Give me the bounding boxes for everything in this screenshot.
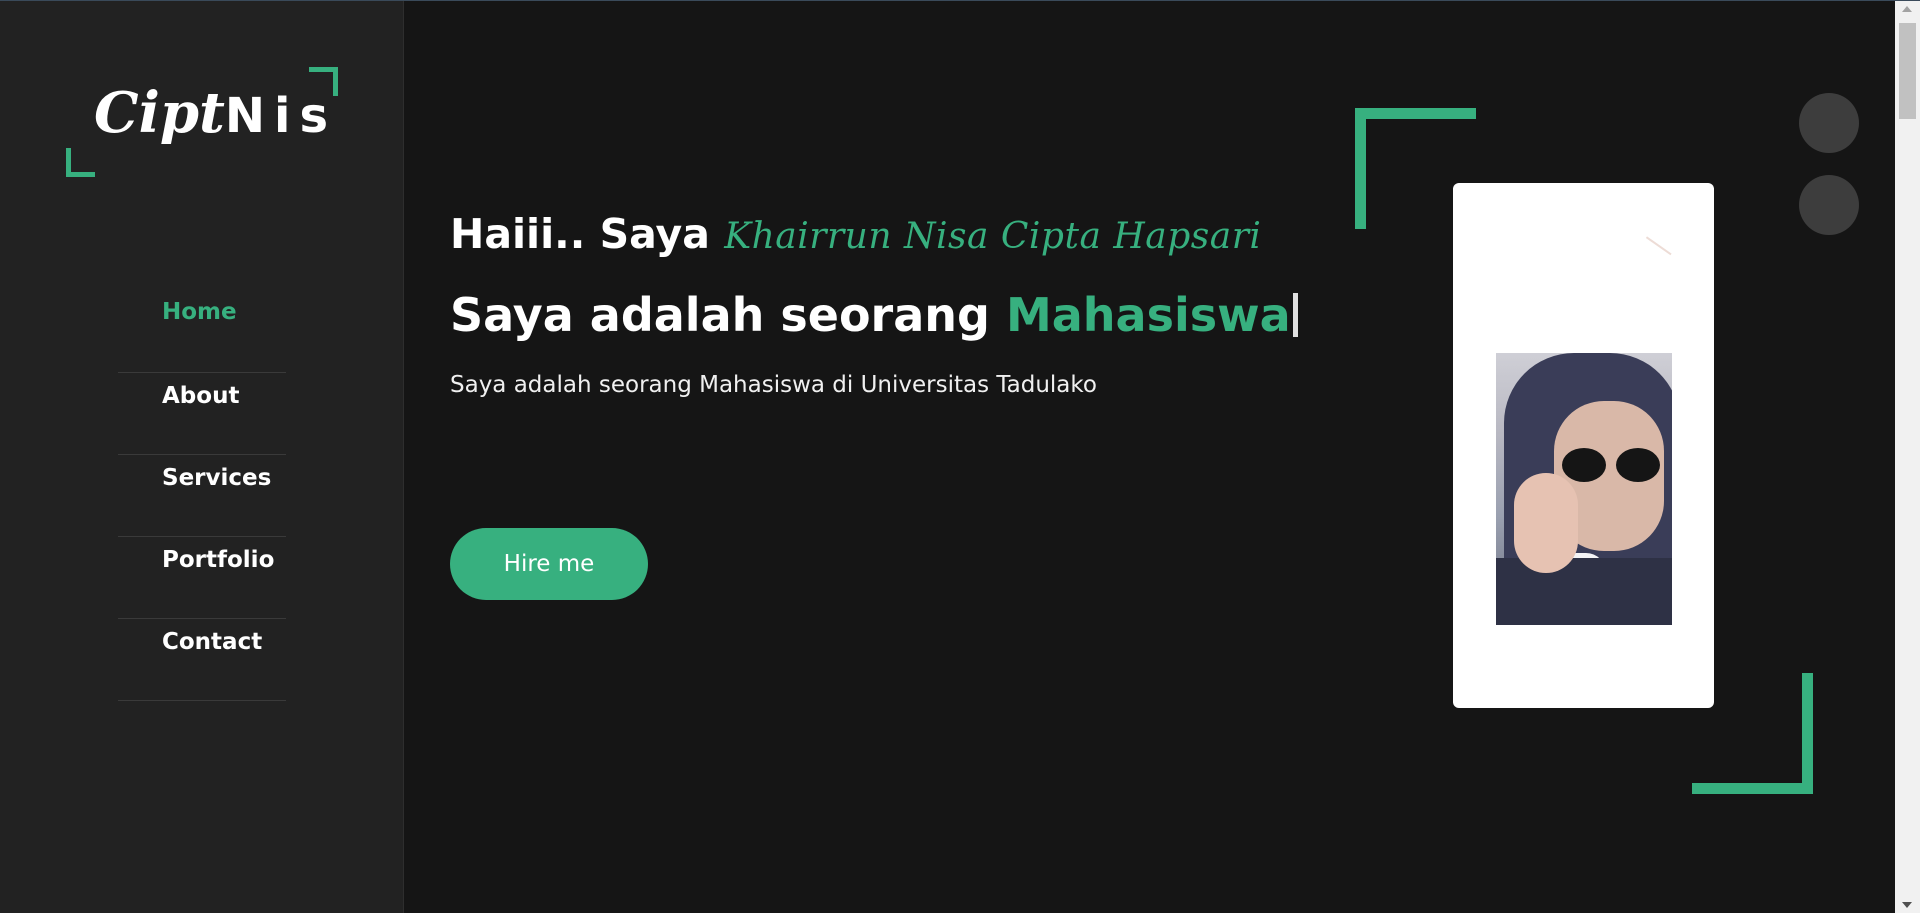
nav-item-services[interactable]: Services (118, 455, 286, 537)
greeting-heading: Haiii.. Saya Khairrun Nisa Cipta Hapsari (450, 210, 1298, 258)
photo-shirt (1496, 558, 1672, 625)
profile-photo-card (1453, 183, 1714, 708)
logo-bold-part: Nis (224, 88, 338, 144)
role-prefix: Saya adalah seorang (450, 288, 990, 342)
nav-item-home[interactable]: Home (118, 291, 286, 373)
sidebar: CiptNis Home About Services Portfolio Co… (0, 1, 404, 913)
greeting-text: Haiii.. Saya (450, 210, 710, 258)
nav-item-contact[interactable]: Contact (118, 619, 286, 701)
logo-script-part: Cipt (94, 80, 225, 146)
role-accent: Mahasiswa (1005, 288, 1291, 342)
scroll-up-arrow-icon[interactable] (1902, 6, 1912, 12)
nav-item-about[interactable]: About (118, 373, 286, 455)
logo-text: CiptNis (94, 85, 337, 141)
nav-item-label: Home (162, 299, 237, 325)
nav-item-label: About (162, 383, 240, 409)
scroll-down-arrow-icon[interactable] (1902, 902, 1912, 908)
hire-me-button[interactable]: Hire me (450, 528, 648, 600)
full-name: Khairrun Nisa Cipta Hapsari (724, 216, 1262, 257)
hero-section: Haiii.. Saya Khairrun Nisa Cipta Hapsari… (450, 210, 1298, 600)
logo[interactable]: CiptNis (66, 67, 338, 177)
nav-item-label: Portfolio (162, 547, 275, 573)
scroll-thumb[interactable] (1899, 23, 1916, 119)
nav-item-label: Services (162, 465, 272, 491)
profile-photo (1496, 353, 1672, 625)
theme-toggle-button[interactable] (1799, 93, 1859, 153)
logo-corner-bottom-left (66, 148, 95, 177)
photo-sunglasses-left (1562, 448, 1606, 482)
photo-sunglasses-right (1616, 448, 1660, 482)
hero-description: Saya adalah seorang Mahasiswa di Univers… (450, 372, 1097, 398)
role-heading: Saya adalah seorang Mahasiswa (450, 288, 1298, 342)
nav-item-label: Contact (162, 629, 263, 655)
scrollbar[interactable] (1895, 1, 1920, 913)
style-switcher-button[interactable] (1799, 175, 1859, 235)
frame-corner-bottom-right (1692, 673, 1813, 794)
main-nav: Home About Services Portfolio Contact (118, 291, 286, 701)
nav-item-portfolio[interactable]: Portfolio (118, 537, 286, 619)
photo-decoration (1634, 236, 1672, 272)
typing-cursor (1292, 293, 1298, 337)
photo-hand (1514, 473, 1578, 573)
